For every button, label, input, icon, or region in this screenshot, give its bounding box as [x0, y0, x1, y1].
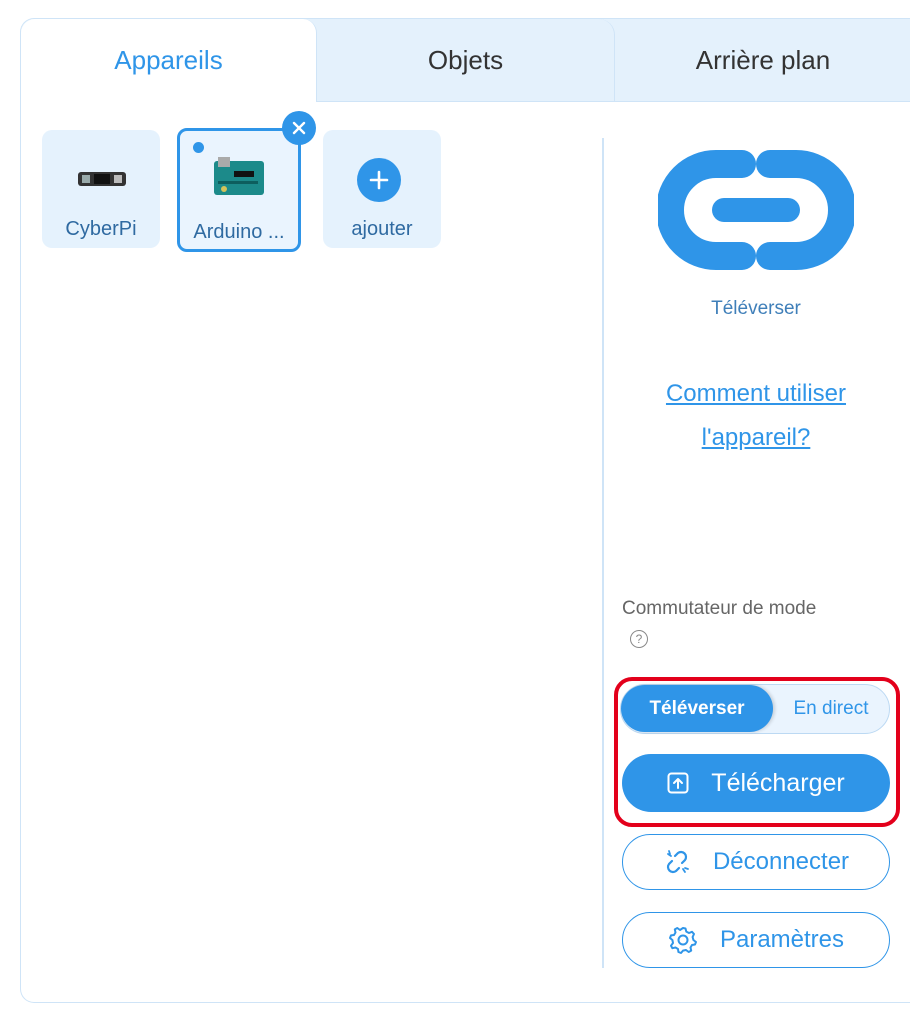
panel-divider [602, 138, 604, 968]
highlight-box [614, 677, 900, 827]
how-to-use-link[interactable]: Comment utiliser l'appareil? [622, 372, 890, 460]
disconnect-label: Déconnecter [712, 848, 850, 875]
broken-link-icon [666, 850, 689, 874]
help-icon[interactable]: ? [630, 630, 648, 648]
device-label: Arduino ... [193, 221, 285, 243]
disconnect-button[interactable]: Déconnecter [622, 834, 890, 890]
arduino-board-icon [214, 157, 264, 195]
settings-label: Paramètres [719, 926, 845, 953]
settings-button[interactable]: Paramètres [622, 912, 890, 968]
add-device-label: ajouter [351, 218, 413, 240]
mode-switch-label: Commutateur de mode [622, 598, 817, 619]
remove-device-button[interactable] [282, 111, 316, 145]
connection-status-label: Téléverser [711, 298, 801, 319]
tab-devices[interactable]: Appareils [21, 19, 317, 102]
link-icon [658, 150, 854, 270]
device-label: CyberPi [65, 218, 137, 240]
tab-bar: Appareils Objets Arrière plan [21, 19, 910, 102]
active-dot [193, 142, 204, 153]
close-icon [292, 121, 306, 135]
add-device-button[interactable]: ajouter [323, 130, 441, 248]
tab-objects[interactable]: Objets [317, 19, 615, 101]
tab-background[interactable]: Arrière plan [615, 19, 910, 101]
gear-icon [668, 927, 697, 954]
device-card-arduino[interactable]: Arduino ... [177, 128, 301, 252]
how-to-line-2[interactable]: l'appareil? [622, 416, 890, 460]
plus-icon [357, 158, 401, 202]
device-card-cyberpi[interactable]: CyberPi [42, 130, 160, 248]
how-to-line-1[interactable]: Comment utiliser [622, 372, 890, 416]
cyberpi-board-icon [78, 172, 126, 186]
